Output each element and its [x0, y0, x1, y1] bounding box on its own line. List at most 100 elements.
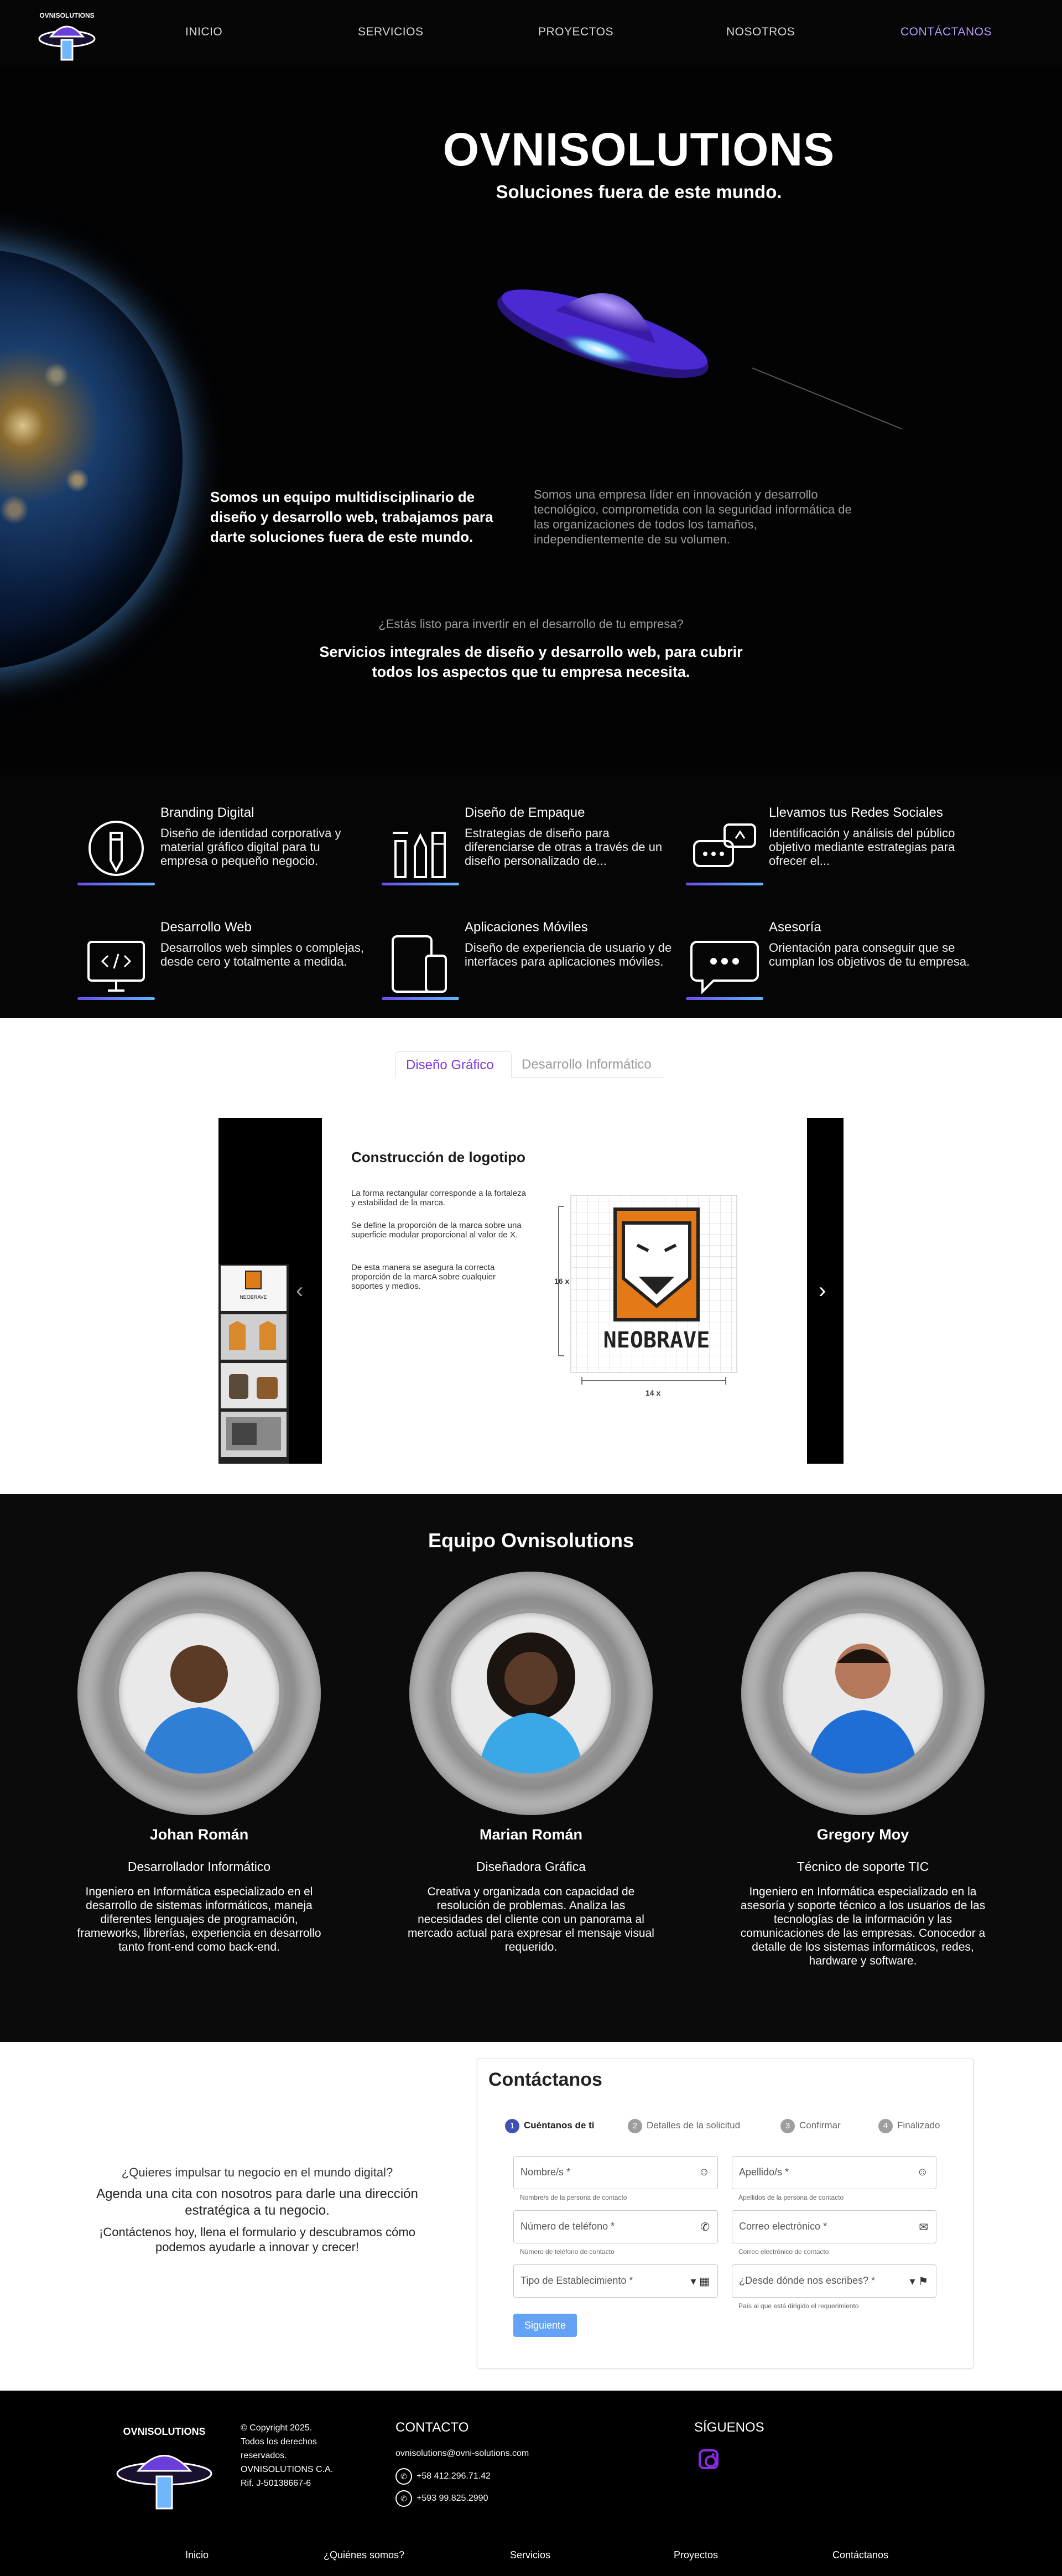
service-underline [77, 997, 155, 1000]
email-field[interactable]: Correo electrónico * ✉ [732, 2210, 936, 2243]
nav-inicio[interactable]: INICIO [185, 25, 222, 39]
package-tools-icon [382, 816, 459, 884]
nav-nosotros[interactable]: NOSOTROS [726, 25, 795, 39]
contact-question: ¿Quieres impulsar tu negocio en el mundo… [121, 2165, 393, 2179]
flag-icon: ▾ ⚑ [909, 2276, 928, 2288]
logo[interactable]: OVNISOLUTIONS [34, 6, 100, 63]
phone-field[interactable]: Número de teléfono * ✆ [513, 2210, 718, 2243]
footer-link-inicio[interactable]: Inicio [185, 2549, 209, 2561]
service-title: Aplicaciones Móviles [465, 920, 588, 935]
member-bio: Ingeniero en Informática especializado e… [77, 1885, 321, 1953]
ufo-image [497, 289, 902, 429]
member-role: Desarrollador Informático [127, 1859, 271, 1874]
service-text: Orientación para conseguir que se cumpla… [769, 941, 970, 968]
tab-desarrollo-informatico[interactable]: Desarrollo Informático [512, 1051, 664, 1078]
service-text: Diseño de experiencia de usuario y de in… [465, 941, 672, 968]
member-role: Técnico de soporte TIC [796, 1859, 929, 1874]
carousel-next-arrow[interactable]: › [819, 1278, 826, 1303]
chat-bubble-icon [686, 931, 763, 998]
footer-phone[interactable]: ✆ +593 99.825.2990 [395, 2490, 488, 2507]
intro-statement: Somos un equipo multidisciplinario de di… [210, 489, 493, 545]
footer-link-quienes-somos[interactable]: ¿Quiénes somos? [324, 2549, 404, 2561]
pencil-icon [77, 816, 155, 884]
logo-text: OVNISOLUTIONS [39, 12, 94, 19]
footer-email[interactable]: ovnisolutions@ovni-solutions.com [395, 2449, 529, 2459]
service-underline [686, 883, 763, 885]
service-underline [77, 883, 155, 885]
earth-image [0, 249, 183, 670]
porthole-frame [741, 1572, 985, 1815]
footer-contact-heading: CONTACTO [395, 2420, 469, 2435]
service-title: Diseño de Empaque [465, 805, 585, 820]
first-name-hint: Nombre/s de la persona de contacto [520, 2194, 627, 2201]
country-select[interactable]: ¿Desde dónde nos escribes? * ▾ ⚑ [732, 2264, 936, 2298]
thumbnail[interactable]: NEOBRAVE [221, 1266, 287, 1311]
monitor-code-icon [77, 931, 155, 998]
brand-wordmark: NEOBRAVE [603, 1328, 710, 1353]
thumbnail[interactable] [221, 1412, 287, 1457]
thumbnail-strip: NEOBRAVE [218, 1264, 289, 1464]
tab-diseno-grafico[interactable]: Diseño Gráfico [395, 1051, 512, 1078]
service-card[interactable]: Llevamos tus Redes Sociales Identificaci… [686, 805, 985, 899]
step-1: 1 Cuéntanos de ti [505, 2119, 595, 2133]
thumbnail[interactable] [221, 1363, 287, 1408]
thumbnail[interactable] [221, 1314, 287, 1360]
establishment-select[interactable]: Tipo de Establecimiento * ▾ ▦ [513, 2264, 718, 2298]
member-name: Johan Román [149, 1826, 249, 1843]
service-card[interactable]: Desarrollo Web Desarrollos web simples o… [77, 920, 376, 1014]
whatsapp-icon: ✆ [395, 2490, 412, 2507]
team-member-card: Marian Román Diseñadora Gráfica Creativa… [407, 1572, 667, 2003]
service-card[interactable]: Diseño de Empaque Estrategias de diseño … [382, 805, 680, 899]
porthole-frame [409, 1572, 653, 1815]
face-icon: ☺ [698, 2166, 710, 2178]
intro-description: Somos una empresa líder en innovación y … [534, 488, 852, 546]
service-title: Branding Digital [160, 805, 254, 820]
contact-cta: ¡Contáctenos hoy, llena el formulario y … [99, 2225, 415, 2254]
country-hint: País al que está dirigido el requerimien… [738, 2302, 859, 2310]
porthole-frame [77, 1572, 321, 1815]
hero-subtitle: Soluciones fuera de este mundo. [496, 182, 782, 202]
service-text: Identificación y análisis del público ob… [769, 826, 955, 868]
footer-phone[interactable]: ✆ +58 412.296.71.42 [395, 2468, 491, 2485]
last-name-hint: Apellidos de la persona de contacto [738, 2194, 844, 2201]
thumbnail-brand: NEOBRAVE [240, 1294, 267, 1300]
email-hint: Correo electrónico de contacto [738, 2248, 829, 2256]
service-title: Asesoría [769, 920, 821, 935]
team-title: Equipo Ovnisolutions [428, 1529, 634, 1552]
portfolio-carousel: NEOBRAVE ‹ Construcción de logotipo La f… [218, 1118, 844, 1464]
step-4: 4 Finalizado [878, 2119, 940, 2133]
slide-text: Se define la proporción de la marca sobr… [351, 1221, 522, 1240]
top-nav: OVNISOLUTIONS INICIO SERVICIOS PROYECTOS… [0, 0, 1062, 66]
member-photo [783, 1613, 943, 1774]
service-text: Diseño de identidad corporativa y materi… [160, 826, 341, 868]
contact-form: Contáctanos 1 Cuéntanos de ti 2 Detalles d… [477, 2059, 974, 2368]
service-underline [382, 883, 459, 885]
footer-link-proyectos[interactable]: Proyectos [674, 2549, 718, 2561]
nav-contactanos[interactable]: CONTÁCTANOS [900, 25, 992, 39]
service-card[interactable]: Branding Digital Diseño de identidad cor… [77, 805, 376, 899]
logo-grid-diagram: 16 x 14 x NEOBRAVE [554, 1195, 737, 1397]
instagram-icon[interactable] [699, 2449, 719, 2469]
footer-logo: OVNISOLUTIONS [116, 2426, 212, 2512]
service-text: Estrategias de diseño para diferenciarse… [465, 826, 663, 868]
phone-icon: ✆ [700, 2221, 710, 2233]
service-card[interactable]: Asesoría Orientación para conseguir que … [686, 920, 985, 1014]
last-name-field[interactable]: Apellido/s * ☺ [732, 2156, 936, 2189]
face-icon: ☺ [917, 2166, 928, 2178]
business-icon: ▾ ▦ [690, 2276, 710, 2288]
first-name-field[interactable]: Nombre/s * ☺ [513, 2156, 718, 2189]
hero-title: OVNISOLUTIONS [442, 123, 835, 175]
footer-follow-heading: SÍGUENOS [694, 2420, 764, 2435]
next-button[interactable]: Siguiente [513, 2314, 577, 2337]
step-3: 3 Confirmar [780, 2119, 841, 2133]
nav-proyectos[interactable]: PROYECTOS [538, 25, 613, 39]
service-card[interactable]: Aplicaciones Móviles Diseño de experienc… [382, 920, 680, 1014]
footer-link-contactanos[interactable]: Contáctanos [832, 2549, 888, 2561]
member-name: Marian Román [479, 1826, 583, 1843]
footer-link-servicios[interactable]: Servicios [510, 2549, 550, 2561]
carousel-prev-arrow[interactable]: ‹ [296, 1278, 303, 1303]
contact-pitch: ¿Quieres impulsar tu negocio en el mundo… [91, 2165, 423, 2254]
nav-servicios[interactable]: SERVICIOS [358, 25, 423, 39]
member-name: Gregory Moy [816, 1826, 909, 1843]
whatsapp-icon: ✆ [395, 2468, 412, 2485]
